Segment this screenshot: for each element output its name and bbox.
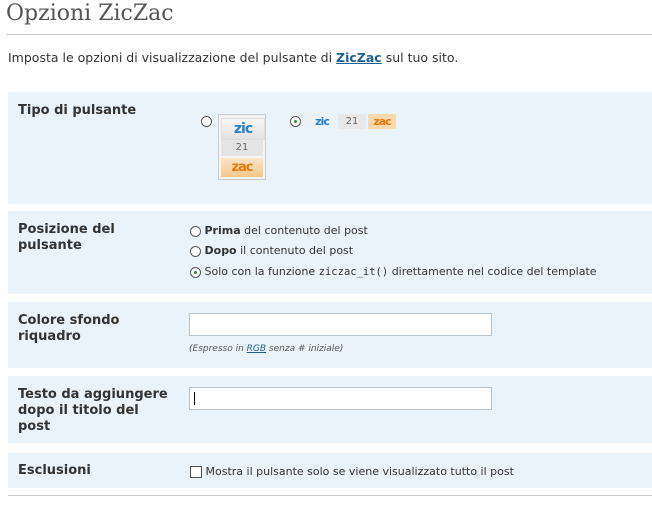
position-option-after: Dopo il contenuto del post — [190, 244, 353, 257]
vote-count: 21 — [221, 140, 263, 156]
bg-color-label: Colore sfondo riquadro — [18, 313, 120, 344]
bg-color-hint: (Espresso in RGB senza # iniziale) — [189, 344, 344, 354]
title-divider — [6, 34, 652, 35]
button-type-label: Tipo di pulsante — [18, 103, 137, 118]
position-option-template: Solo con la funzione ziczac_it() diretta… — [190, 265, 597, 278]
intro-text: Imposta le opzioni di visualizzazione de… — [8, 50, 459, 65]
ziczac-link[interactable]: ZicZac — [336, 50, 382, 65]
wide-button-preview[interactable]: zic 21 zac — [310, 114, 396, 129]
position-option-before: Prima del contenuto del post — [190, 224, 368, 237]
rgb-link[interactable]: RGB — [247, 344, 266, 354]
button-position-label: Posizione del pulsante — [18, 222, 115, 253]
button-type-wide-radio[interactable] — [290, 116, 301, 127]
exclusions-label: Esclusioni — [18, 463, 91, 478]
section-button-type: Tipo di pulsante — [8, 92, 652, 204]
tall-button-preview[interactable]: zic 21 zac — [218, 114, 266, 180]
position-template-radio[interactable] — [190, 266, 201, 278]
zic-logo: zic — [315, 115, 330, 128]
position-before-radio[interactable] — [190, 225, 201, 237]
exclusions-option: Mostra il pulsante solo se viene visuali… — [190, 465, 514, 478]
page-title: Opzioni ZicZac — [6, 1, 174, 26]
position-after-radio[interactable] — [190, 245, 201, 257]
zic-logo: zic — [221, 118, 265, 140]
full-post-only-checkbox[interactable] — [190, 466, 202, 478]
button-type-tall-radio[interactable] — [201, 116, 212, 127]
bottom-divider — [8, 495, 652, 496]
vote-count: 21 — [338, 114, 366, 129]
bg-color-input[interactable] — [189, 313, 492, 336]
title-text-input[interactable] — [189, 387, 492, 410]
title-text-label: Testo da aggiungere dopo il titolo del p… — [18, 387, 168, 434]
zac-logo: zac — [368, 114, 396, 129]
text-caret — [194, 392, 195, 405]
zac-logo: zac — [221, 158, 263, 177]
